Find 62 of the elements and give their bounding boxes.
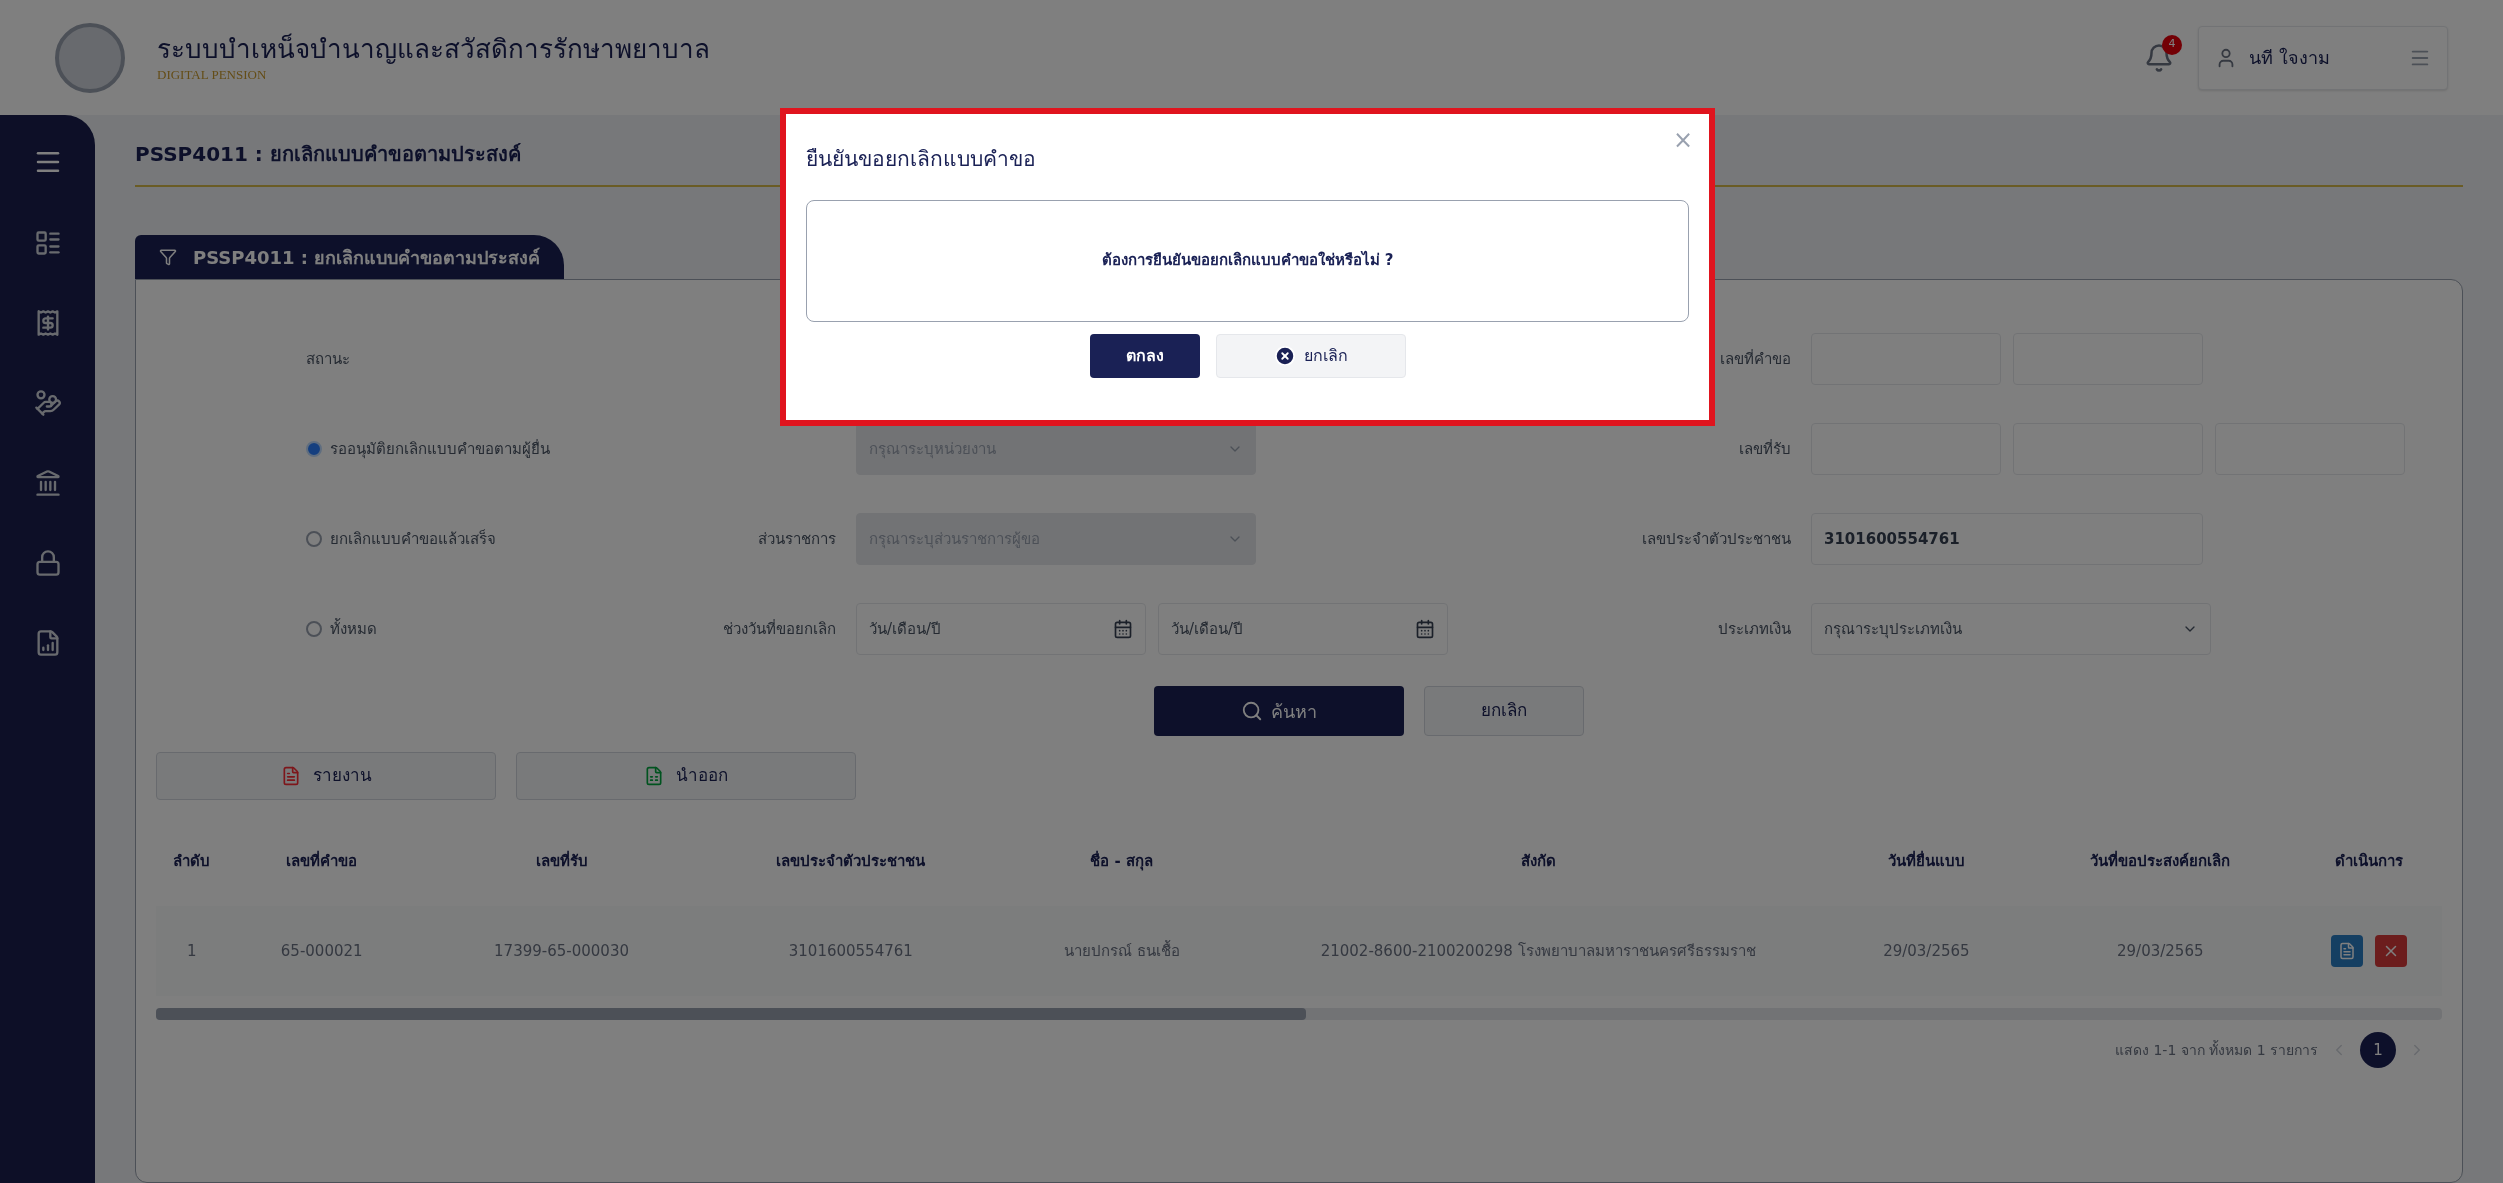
search-button[interactable]: ค้นหา <box>1154 686 1404 736</box>
page-button[interactable]: 1 <box>2360 1032 2396 1068</box>
export-button[interactable]: นำออก <box>516 752 856 800</box>
view-button[interactable] <box>2330 935 2363 967</box>
nav-icon[interactable] <box>33 469 62 497</box>
app-subtitle: DIGITAL PENSION <box>157 66 268 85</box>
column-header: ชื่อ - สกุล <box>1089 849 1154 873</box>
table-cell-text: 29/03/2565 <box>1882 940 1971 962</box>
column-header: เลขที่รับ <box>534 849 589 872</box>
nav-icon[interactable] <box>33 229 62 257</box>
column-header: ดำเนินการ <box>2333 850 2404 872</box>
nav-icon[interactable] <box>33 549 62 577</box>
filter-icon <box>159 248 177 266</box>
radio-label: รออนุมัติยกเลิกแบบคำขอตามผู้ยื่น <box>330 438 550 461</box>
select-field[interactable]: กรุณาระบุประเภทเงิน <box>1811 603 2211 655</box>
user-menu[interactable]: นที ใจงาม <box>2198 25 2448 90</box>
panel-tab[interactable]: PSSP4011 : ยกเลิกแบบคำขอตามประสงค์ <box>135 235 565 279</box>
calendar-icon <box>1113 619 1133 639</box>
table-cell-text: นายปกรณ์ ธนเชื้อ <box>1062 939 1181 962</box>
date-field[interactable]: วัน/เดือน/ปี <box>856 603 1146 655</box>
spreadsheet-icon <box>644 766 664 786</box>
radio-label: ยกเลิกแบบคำขอแล้วเสร็จ <box>330 528 496 550</box>
delete-button[interactable] <box>2374 935 2407 967</box>
table-cell-text: 1 <box>185 940 198 962</box>
table-cell-text: 29/03/2565 <box>2116 940 2205 962</box>
report-button[interactable]: รายงาน <box>156 752 496 800</box>
app-title: ระบบบำเหน็จบำนาญและสวัสดิการรักษาพยาบาล <box>157 32 710 67</box>
nav-icon[interactable] <box>33 389 62 417</box>
field-label: ส่วนราชการ <box>757 528 837 550</box>
column-header: ลำดับ <box>172 850 212 872</box>
field-label: ช่วงวันที่ขอยกเลิก <box>722 618 837 640</box>
date-field[interactable]: วัน/เดือน/ปี <box>1158 603 1448 655</box>
table-cell-text: 21002-8600-2100200298 โรงพยาบาลมหาราชนครศรีธรรมราช <box>1319 940 1757 962</box>
status-label: สถานะ <box>306 348 351 370</box>
column-header: เลขประจำตัวประชาชน <box>775 850 927 872</box>
clear-button[interactable]: ยกเลิก <box>1424 686 1584 736</box>
field-label: ประเภทเงิน <box>1717 618 1792 640</box>
cancel-icon <box>1273 344 1296 367</box>
calendar-icon <box>1415 619 1435 639</box>
table-cell-text: 3101600554761 <box>787 940 914 962</box>
radio-button[interactable] <box>306 621 322 637</box>
input-field[interactable]: 3101600554761 <box>1811 513 2203 565</box>
column-header: วันที่ขอประสงค์ยกเลิก <box>2089 849 2232 872</box>
field-label: เลขที่รับ <box>1738 438 1792 460</box>
field-label: เลขประจำตัวประชาชน <box>1641 528 1792 550</box>
field-label: เลขที่คำขอ <box>1719 348 1792 370</box>
search-icon <box>1241 700 1263 722</box>
dialog-message: ต้องการยืนยันขอยกเลิกแบบคำขอใช่หรือไม่ ? <box>1101 249 1394 272</box>
radio-button[interactable] <box>306 441 322 457</box>
radio-button[interactable] <box>306 531 322 547</box>
notification-badge: 4 <box>2162 34 2182 55</box>
column-header: สังกัด <box>1519 850 1557 872</box>
pagination-summary: แสดง 1-1 จาก ทั้งหมด 1 รายการ <box>2114 1039 2318 1060</box>
radio-label: ทั้งหมด <box>330 617 377 640</box>
document-icon <box>2337 942 2356 960</box>
table-cell-text: 17399-65-000030 <box>493 940 630 962</box>
table-cell-text: 65-000021 <box>279 940 364 962</box>
cancel-button[interactable]: ยกเลิก <box>1215 333 1406 378</box>
column-header: เลขที่คำขอ <box>285 849 359 872</box>
confirm-button[interactable]: ตกลง <box>1089 333 1200 378</box>
column-header: วันที่ยื่นแบบ <box>1886 849 1966 872</box>
dialog-title: ยืนยันขอยกเลิกแบบคำขอ <box>806 146 1037 173</box>
